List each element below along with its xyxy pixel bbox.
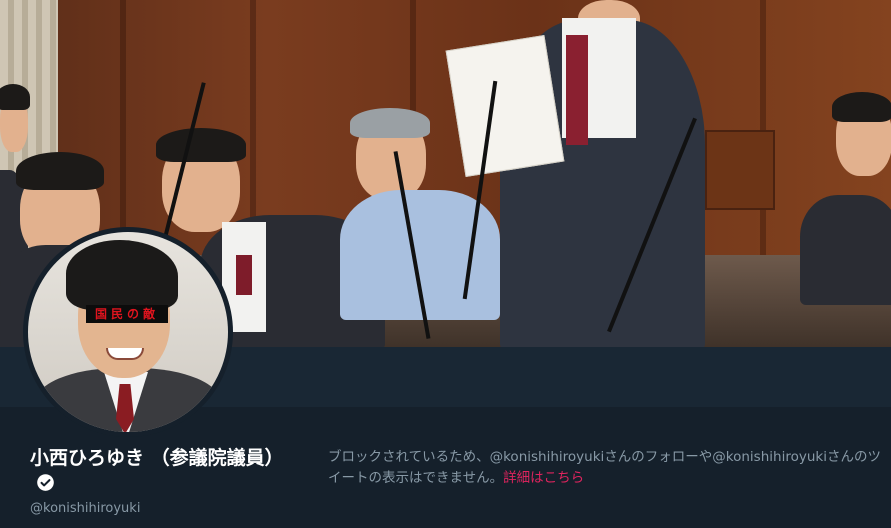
- profile-name-block: 小西ひろゆき （参議院議員）: [30, 444, 290, 492]
- profile-display-name: 小西ひろゆき （参議院議員）: [30, 447, 284, 469]
- blocked-message: ブロックされているため、@konishihiroyukiさんのフォローや@kon…: [328, 449, 881, 486]
- banner-document: [445, 34, 565, 178]
- avatar-overlay-label: 国民の敵: [86, 305, 168, 323]
- verified-badge-icon: [37, 474, 54, 491]
- profile-avatar[interactable]: 国民の敵: [23, 227, 233, 437]
- details-link[interactable]: 詳細はこちら: [503, 470, 584, 486]
- blocked-notice: ブロックされているため、@konishihiroyukiさんのフォローや@kon…: [328, 447, 888, 489]
- avatar-image: 国民の敵: [28, 232, 228, 432]
- profile-handle: @konishihiroyuki: [30, 501, 141, 516]
